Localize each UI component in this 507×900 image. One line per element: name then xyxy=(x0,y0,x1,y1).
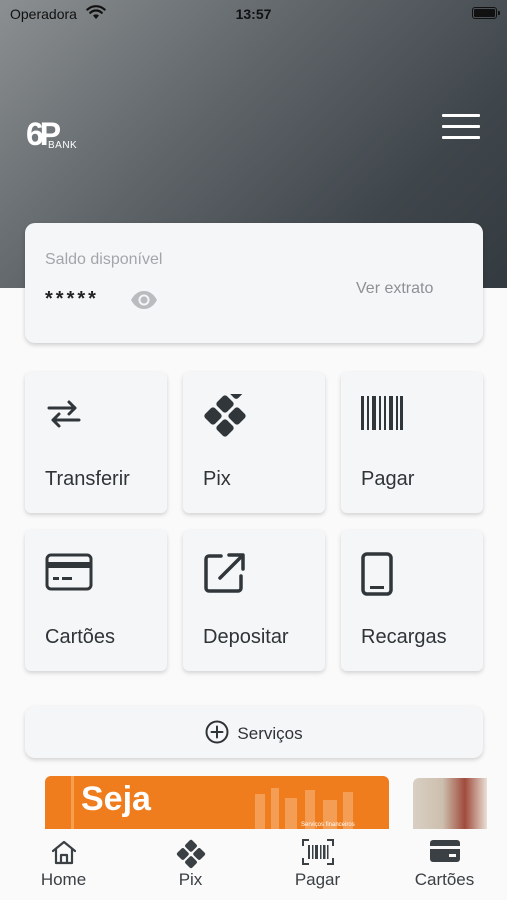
action-label: Pix xyxy=(203,468,231,490)
pix-icon xyxy=(204,394,246,437)
hamburger-menu-icon[interactable] xyxy=(442,114,480,140)
tab-label: Pagar xyxy=(294,870,341,889)
logo-subtitle: BANK xyxy=(48,140,78,151)
balance-card: Saldo disponível ***** Ver extrato xyxy=(25,223,483,343)
status-bar: Operadora 13:57 xyxy=(0,0,507,30)
balance-label: Saldo disponível xyxy=(45,251,163,268)
services-label: Serviços xyxy=(237,724,303,743)
status-time: 13:57 xyxy=(235,6,272,22)
services-button[interactable]: Serviços xyxy=(25,706,483,758)
tab-pix[interactable]: Pix xyxy=(127,829,254,900)
action-transfer-button[interactable]: Transferir xyxy=(25,372,167,513)
statement-link[interactable]: Ver extrato xyxy=(356,280,433,298)
plus-circle-icon xyxy=(205,720,229,744)
banner-headline: Seja xyxy=(81,780,151,818)
bottom-tab-bar: Home Pix Pagar Cartões xyxy=(0,829,507,900)
action-label: Pagar xyxy=(361,468,415,490)
card-icon xyxy=(429,840,460,862)
action-recharge-button[interactable]: Recargas xyxy=(341,530,483,671)
action-deposit-button[interactable]: Depositar xyxy=(183,530,325,671)
tab-label: Pix xyxy=(178,870,203,889)
action-pix-button[interactable]: Pix xyxy=(183,372,325,513)
barcode-scan-icon xyxy=(301,839,334,865)
action-pay-button[interactable]: Pagar xyxy=(341,372,483,513)
battery-icon xyxy=(472,7,500,19)
credit-card-icon xyxy=(45,553,93,591)
banner-stripe xyxy=(71,776,74,836)
action-label: Transferir xyxy=(45,468,130,490)
action-cards-button[interactable]: Cartões xyxy=(25,530,167,671)
tab-label: Cartões xyxy=(414,870,475,889)
tab-home[interactable]: Home xyxy=(0,829,127,900)
tab-label: Home xyxy=(40,870,87,889)
promo-banner-next[interactable] xyxy=(413,778,487,836)
action-label: Cartões xyxy=(45,626,116,648)
barcode-icon xyxy=(361,396,403,430)
promo-banner[interactable]: Seja Serviços financeiros xyxy=(45,776,389,836)
home-icon xyxy=(51,840,76,865)
eye-icon[interactable] xyxy=(130,290,158,310)
bank-logo: 6P BANK xyxy=(26,118,86,154)
pix-icon xyxy=(176,839,205,869)
external-link-icon xyxy=(204,553,245,593)
action-label: Depositar xyxy=(203,626,289,648)
smartphone-icon xyxy=(361,552,393,596)
banner-small-text: Serviços financeiros xyxy=(301,822,355,828)
balance-masked-value: ***** xyxy=(45,288,99,310)
tab-pay[interactable]: Pagar xyxy=(254,829,381,900)
action-label: Recargas xyxy=(361,626,447,648)
transfer-arrows-icon xyxy=(47,400,81,428)
tab-cards[interactable]: Cartões xyxy=(381,829,507,900)
